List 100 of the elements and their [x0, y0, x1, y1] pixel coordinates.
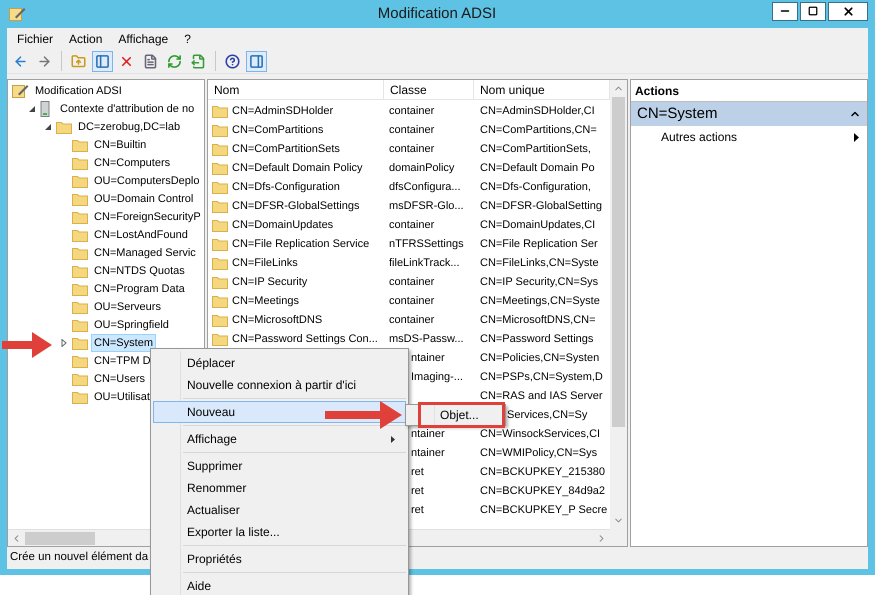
tree-item[interactable]: CN=Managed Servic [92, 244, 198, 262]
tree-item[interactable]: CN=System [92, 334, 155, 352]
table-cell-text: CN=ComPartitionSets [232, 142, 340, 158]
table-cell: Imaging-... [411, 371, 463, 384]
menu-item[interactable]: Nouvelle connexion à partir d'ici [153, 374, 406, 396]
table-cell-text: CN=Password Settings Con... [232, 332, 378, 348]
close-button[interactable] [828, 2, 868, 20]
scroll-thumb[interactable] [25, 532, 95, 544]
folder-icon [72, 264, 88, 278]
menu-item[interactable]: Affichage [153, 428, 406, 450]
tree-item[interactable]: CN=Users [92, 370, 148, 388]
tree-item[interactable]: DC=zerobug,DC=lab [76, 118, 182, 136]
vertical-scrollbar[interactable] [610, 80, 627, 546]
table-cell: msDS-Passw... [389, 333, 464, 346]
column-header[interactable]: Nom [208, 80, 384, 99]
forward-icon [37, 54, 52, 68]
toolbar-button[interactable] [246, 50, 267, 72]
folder-icon [212, 295, 228, 308]
table-cell-text: CN=AdminSDHolder [232, 104, 334, 120]
table-cell-text: CN=IP Security [232, 275, 308, 290]
table-cell-text: CN=ComPartitions [232, 123, 324, 138]
folder-icon [212, 333, 228, 346]
maximize-icon [808, 6, 818, 16]
menu-item[interactable]: Propriétés [153, 548, 406, 570]
tree-item[interactable]: CN=Program Data [92, 280, 187, 298]
table-cell-text: CN=DomainUpdates [232, 218, 334, 234]
table-cell: CN=FileLinks,CN=Syste [480, 257, 599, 270]
table-cell: CN=File Replication Ser [480, 238, 598, 250]
tree-item[interactable]: CN=LostAndFound [92, 226, 190, 244]
table-cell: CN=RAS and IAS Server [480, 390, 603, 402]
window-title: Modification ADSI [376, 4, 498, 24]
tree-item[interactable]: OU=Springfield [92, 316, 171, 334]
maximize-button[interactable] [800, 2, 826, 20]
folder-icon [72, 336, 88, 350]
menu-item[interactable]: Exporter la liste... [153, 521, 406, 543]
folder-icon [72, 192, 88, 206]
toolbar-button[interactable] [92, 50, 113, 72]
table-cell: CN=DFSR-GlobalSetting [480, 200, 602, 212]
arrow-icon [2, 332, 52, 358]
tree-item[interactable]: CN=Computers [92, 154, 172, 172]
table-cell: CN=ComPartitionSets, [480, 143, 591, 156]
table-cell: fileLinkTrack... [389, 257, 460, 270]
table-cell: CN=WinsockServices,CI [480, 428, 600, 440]
menu-item[interactable]: Fichier [9, 30, 62, 48]
action-item[interactable]: Autres actions [631, 126, 867, 148]
menu-item[interactable]: Supprimer [153, 455, 406, 477]
menu-item[interactable]: Actualiser [153, 499, 406, 521]
table-cell: CN=Dfs-Configuration, [480, 181, 591, 194]
status-text: Crée un nouvel élément da [10, 550, 148, 566]
tree-item[interactable]: OU=ComputersDeplo [92, 172, 202, 190]
column-header[interactable]: Classe [384, 80, 474, 99]
table-cell: nTFRSSettings [389, 238, 464, 250]
table-cell: CN=WMIPolicy,CN=Sys [480, 447, 598, 460]
menu-item[interactable]: Objet... [406, 406, 479, 424]
table-cell: container [389, 276, 434, 288]
tree-item[interactable]: Modification ADSI [33, 82, 124, 100]
folder-up-icon [71, 54, 86, 68]
table-cell: CN=Policies,CN=Systen [480, 352, 600, 364]
tree-item[interactable]: CN=TPM D [92, 352, 153, 370]
folder-icon [72, 174, 88, 188]
table-cell: ret [411, 485, 424, 498]
menu-item[interactable]: Aide [153, 575, 406, 595]
tree-item[interactable]: OU=Domain Control [92, 190, 196, 208]
table-cell: CN=DomainUpdates,CI [480, 219, 596, 232]
menu-item[interactable]: Action [61, 30, 110, 48]
table-cell: container [389, 143, 434, 156]
table-cell: CN=BCKUPKEY_84d9a2 [480, 485, 606, 498]
table-cell-text: CN=Meetings [232, 294, 299, 310]
folder-icon [212, 257, 228, 270]
tree-item[interactable]: CN=NTDS Quotas [92, 262, 187, 280]
table-cell: ntainer [411, 447, 445, 460]
table-cell: CN=BCKUPKEY_215380 [480, 466, 606, 478]
tree-item[interactable]: OU=Serveurs [92, 298, 163, 316]
folder-icon [212, 181, 228, 194]
minimize-button[interactable] [772, 2, 798, 20]
menu-item[interactable]: Déplacer [153, 352, 406, 374]
scroll-thumb[interactable] [612, 97, 625, 427]
table-cell: CN=PSPs,CN=System,D [480, 371, 603, 384]
table-cell: CN=Meetings,CN=Syste [480, 295, 600, 308]
actions-section[interactable]: CN=System [631, 102, 867, 126]
tree-item[interactable]: Contexte d'attribution de no [58, 100, 196, 118]
refresh-icon [167, 54, 182, 68]
submenu-arrow-icon [391, 436, 395, 442]
panel-icon [95, 54, 110, 68]
tree-item[interactable]: CN=Builtin [92, 136, 148, 154]
menu-item[interactable]: ? [176, 30, 199, 48]
tree-item[interactable]: CN=ForeignSecurityP [92, 208, 203, 226]
tree-item[interactable]: OU=Utilisat [92, 388, 152, 406]
table-cell: container [389, 105, 434, 118]
folder-icon [72, 282, 88, 296]
folder-icon [72, 156, 88, 170]
folder-icon [212, 200, 228, 213]
document-icon [143, 54, 158, 68]
folder-icon [212, 314, 228, 327]
table-cell: ntainer [411, 428, 445, 440]
menu-item[interactable]: Affichage [110, 30, 176, 48]
export-icon [191, 54, 206, 68]
menu-item[interactable]: Renommer [153, 477, 406, 499]
close-icon [842, 4, 854, 18]
table-cell-text: CN=MicrosoftDNS [232, 313, 322, 328]
